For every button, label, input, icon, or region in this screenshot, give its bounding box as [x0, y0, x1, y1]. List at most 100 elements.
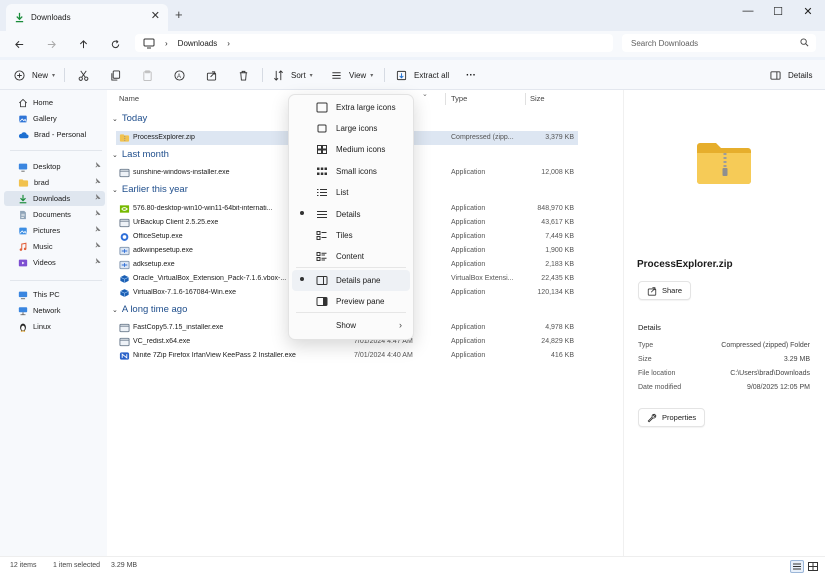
refresh-button[interactable]: [104, 33, 126, 55]
paste-button[interactable]: [138, 66, 156, 84]
menu-item-details-pane[interactable]: Details pane: [292, 270, 410, 291]
search-placeholder: Search Downloads: [631, 38, 699, 48]
file-type: Application: [451, 338, 486, 345]
close-window-button[interactable]: ✕: [793, 3, 823, 19]
minimize-button[interactable]: —: [733, 3, 763, 19]
sidebar-item-label: Downloads: [33, 194, 71, 203]
cut-button[interactable]: [74, 66, 92, 84]
menu-divider: [296, 267, 406, 268]
back-button[interactable]: [8, 33, 30, 55]
sidebar-item-brad[interactable]: brad: [4, 175, 105, 190]
pin-icon: [94, 162, 101, 169]
forward-button[interactable]: [40, 33, 62, 55]
copy-icon: [106, 66, 124, 84]
detail-label: Type: [638, 342, 654, 349]
pin-icon: [94, 194, 101, 201]
detail-label: Date modified: [638, 384, 682, 391]
sidebar-item-downloads[interactable]: Downloads: [4, 191, 105, 206]
sort-button[interactable]: Sort ▾: [269, 66, 313, 84]
sidebar-item-music[interactable]: Music: [4, 239, 105, 254]
menu-item-show[interactable]: Show ›: [288, 315, 414, 336]
menu-item-medium-icons[interactable]: Medium icons: [288, 139, 414, 160]
status-selected: 1 item selected: [53, 562, 101, 569]
exe-icon: [119, 323, 130, 333]
file-type: Compressed (zipp...: [451, 134, 514, 141]
file-type: Application: [451, 261, 486, 268]
search-input[interactable]: Search Downloads: [622, 34, 816, 52]
detail-value: Compressed (zipped) Folder: [721, 342, 810, 349]
details-file-name: ProcessExplorer.zip: [637, 259, 733, 270]
group-header[interactable]: ⌄ A long time ago: [112, 304, 187, 315]
maximize-button[interactable]: ☐: [763, 3, 793, 19]
download-icon: [14, 12, 25, 23]
view-icon: [327, 66, 345, 84]
toolbar-divider: [384, 68, 385, 82]
more-options-button[interactable]: ···: [466, 66, 476, 84]
share-button-details[interactable]: Share: [638, 281, 692, 300]
properties-button[interactable]: Properties: [638, 408, 706, 427]
new-button[interactable]: New ▾: [10, 66, 55, 84]
column-divider[interactable]: [525, 93, 526, 105]
office-icon: [119, 232, 130, 242]
close-tab-icon[interactable]: ✕: [151, 11, 160, 22]
gallery-icon: [18, 114, 28, 124]
menu-item-small-icons[interactable]: Small icons: [288, 161, 414, 182]
tiles-icon: [316, 230, 328, 241]
sidebar-item-documents[interactable]: Documents: [4, 207, 105, 222]
group-header[interactable]: ⌄ Today: [112, 113, 147, 124]
ninite-icon: [119, 351, 130, 361]
sidebar-item-pictures[interactable]: Pictures: [4, 223, 105, 238]
sidebar-item-network[interactable]: Network: [4, 303, 105, 318]
zip-folder-icon: [695, 140, 753, 186]
delete-button[interactable]: [234, 66, 252, 84]
sidebar-item-label: Music: [33, 242, 53, 251]
menu-item-details[interactable]: Details: [288, 204, 414, 225]
group-header[interactable]: ⌄ Last month: [112, 149, 169, 160]
extract-all-button[interactable]: Extract all: [392, 66, 449, 84]
file-type: Application: [451, 352, 486, 359]
details-view-toggle[interactable]: [790, 560, 804, 573]
sidebar-item-this-pc[interactable]: This PC: [4, 287, 105, 302]
menu-item-extra-large-icons[interactable]: Extra large icons: [288, 97, 414, 118]
menu-item-tiles[interactable]: Tiles: [288, 225, 414, 246]
column-header-size[interactable]: Size: [530, 94, 545, 103]
rename-button[interactable]: A: [170, 66, 188, 84]
menu-item-preview-pane[interactable]: Preview pane: [288, 291, 414, 312]
chevron-down-icon: ⌄: [112, 151, 118, 159]
tab-downloads[interactable]: Downloads ✕: [6, 4, 168, 31]
share-button[interactable]: [202, 66, 220, 84]
file-size: 416 KB: [551, 352, 574, 359]
sidebar-item-label: This PC: [33, 290, 60, 299]
menu-item-content[interactable]: Content: [288, 246, 414, 267]
scissors-icon: [74, 66, 92, 84]
sidebar-item-brad-personal[interactable]: Brad - Personal: [4, 127, 105, 142]
breadcrumb-chevron-icon[interactable]: ›: [227, 39, 230, 48]
new-tab-button[interactable]: +: [175, 8, 183, 21]
sidebar-item-gallery[interactable]: Gallery: [4, 111, 105, 126]
breadcrumb-downloads[interactable]: Downloads: [178, 39, 218, 48]
sort-icon: [269, 66, 287, 84]
column-divider[interactable]: [445, 93, 446, 105]
view-button[interactable]: View ▾: [327, 66, 373, 84]
up-button[interactable]: [72, 33, 94, 55]
pin-icon: [94, 178, 101, 185]
file-type: Application: [451, 233, 486, 240]
tiles-view-toggle[interactable]: [807, 561, 819, 572]
file-row[interactable]: Ninite 7Zip Firefox IrfanView KeePass 2 …: [116, 349, 578, 363]
breadcrumb-separator[interactable]: ›: [165, 39, 168, 48]
column-header-type[interactable]: Type: [451, 94, 467, 103]
sidebar-item-videos[interactable]: Videos: [4, 255, 105, 270]
menu-item-large-icons[interactable]: Large icons: [288, 118, 414, 139]
sidebar-item-linux[interactable]: Linux: [4, 319, 105, 334]
column-header-name[interactable]: Name: [119, 94, 139, 103]
group-header[interactable]: ⌄ Earlier this year: [112, 184, 188, 195]
detail-value: C:\Users\brad\Downloads: [730, 370, 810, 377]
details-toggle-button[interactable]: Details: [766, 66, 812, 84]
sidebar-item-desktop[interactable]: Desktop: [4, 159, 105, 174]
copy-button[interactable]: [106, 66, 124, 84]
menu-item-list[interactable]: List: [288, 182, 414, 203]
videos-icon: [18, 258, 28, 268]
new-label: New: [32, 70, 49, 80]
address-bar[interactable]: › Downloads ›: [135, 34, 613, 52]
sidebar-item-home[interactable]: Home: [4, 95, 105, 110]
